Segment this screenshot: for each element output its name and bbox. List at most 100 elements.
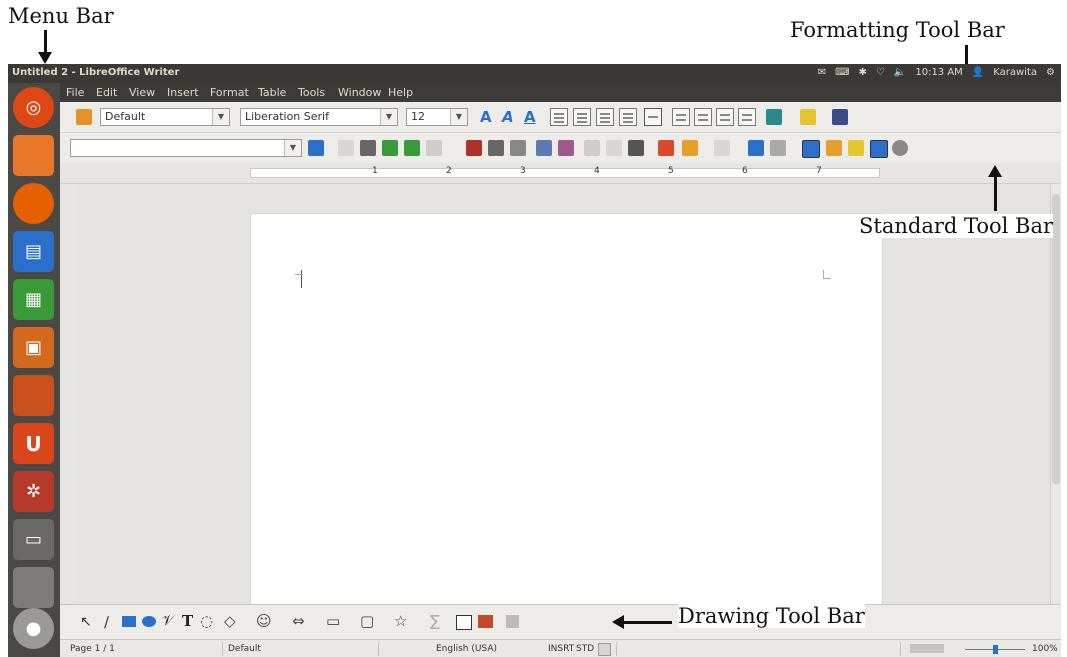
menu-view[interactable]: View bbox=[129, 86, 155, 99]
font-size-combo[interactable]: 12 ▼ bbox=[406, 108, 468, 126]
copy-icon[interactable] bbox=[606, 140, 622, 156]
highlighting-icon[interactable] bbox=[800, 109, 816, 125]
zoom-icon[interactable] bbox=[892, 140, 908, 156]
chevron-down-icon[interactable]: ▼ bbox=[450, 109, 467, 125]
find-replace-icon[interactable] bbox=[826, 140, 842, 156]
menu-file[interactable]: File bbox=[66, 86, 84, 99]
font-color-icon[interactable] bbox=[766, 109, 782, 125]
paragraph-icon[interactable] bbox=[644, 108, 662, 126]
clock[interactable]: 10:13 AM bbox=[915, 67, 962, 78]
flowcharts-icon[interactable]: ▭ bbox=[326, 612, 340, 630]
menu-tools[interactable]: Tools bbox=[298, 86, 325, 99]
chevron-down-icon[interactable]: ▼ bbox=[212, 109, 229, 125]
page-style[interactable]: Default bbox=[228, 644, 261, 654]
workspace-switcher-icon[interactable]: ▭ bbox=[13, 519, 54, 560]
user-name[interactable]: Karawita bbox=[993, 67, 1037, 78]
paragraph-style-combo[interactable]: Default ▼ bbox=[100, 108, 230, 126]
rectangle-icon[interactable] bbox=[122, 616, 136, 627]
increase-indent-icon[interactable] bbox=[738, 108, 756, 126]
bullets-icon[interactable] bbox=[694, 108, 712, 126]
stars-icon[interactable]: ☆ bbox=[394, 612, 407, 630]
text-icon[interactable]: T bbox=[182, 612, 193, 630]
italic-icon[interactable]: A bbox=[502, 108, 514, 126]
autospellcheck-icon[interactable] bbox=[558, 140, 574, 156]
mail-icon[interactable]: ✉ bbox=[818, 67, 826, 78]
menu-window[interactable]: Window bbox=[338, 86, 381, 99]
align-left-icon[interactable] bbox=[550, 108, 568, 126]
volume-icon[interactable]: 🔈 bbox=[894, 67, 906, 78]
calc-icon[interactable]: ▦ bbox=[13, 279, 54, 320]
table-icon[interactable] bbox=[770, 140, 786, 156]
undo-icon[interactable] bbox=[682, 140, 698, 156]
system-settings-icon[interactable]: ✲ bbox=[13, 471, 54, 512]
callouts-icon[interactable]: ▢ bbox=[360, 612, 374, 630]
impress-icon[interactable]: ▣ bbox=[13, 327, 54, 368]
decrease-indent-icon[interactable] bbox=[716, 108, 734, 126]
save-icon[interactable] bbox=[382, 140, 398, 156]
load-url-combo[interactable]: ▼ bbox=[70, 139, 302, 157]
styles-formatting-icon[interactable] bbox=[76, 109, 92, 125]
justify-icon[interactable] bbox=[619, 108, 637, 126]
new-icon[interactable] bbox=[308, 140, 324, 156]
hyperlink-icon[interactable] bbox=[748, 140, 764, 156]
underline-icon[interactable]: A bbox=[524, 108, 536, 126]
software-center-icon[interactable] bbox=[13, 375, 54, 416]
menu-table[interactable]: Table bbox=[258, 86, 286, 99]
numbering-icon[interactable] bbox=[672, 108, 690, 126]
menu-help[interactable]: Help bbox=[388, 86, 413, 99]
points-icon[interactable]: ∑ bbox=[430, 612, 440, 630]
document-modified-icon[interactable] bbox=[598, 643, 611, 656]
align-center-icon[interactable] bbox=[573, 108, 591, 126]
symbol-shapes-icon[interactable]: ☺ bbox=[256, 612, 272, 630]
language[interactable]: English (USA) bbox=[436, 644, 497, 654]
print-icon[interactable] bbox=[488, 140, 504, 156]
bold-icon[interactable]: A bbox=[480, 108, 492, 126]
open-icon[interactable] bbox=[360, 140, 376, 156]
scrollbar-thumb[interactable] bbox=[1052, 194, 1060, 484]
files-folder-icon[interactable] bbox=[13, 135, 54, 176]
horizontal-ruler[interactable]: 1 2 3 4 5 6 7 bbox=[60, 163, 1061, 184]
select-arrow-icon[interactable]: ↖ bbox=[80, 614, 92, 630]
templates-icon[interactable] bbox=[338, 140, 354, 156]
dvd-drive-icon[interactable]: ● bbox=[13, 608, 54, 649]
chevron-down-icon[interactable]: ▼ bbox=[284, 140, 301, 156]
show-draw-functions-icon[interactable] bbox=[802, 140, 820, 158]
print-preview-icon[interactable] bbox=[510, 140, 526, 156]
ubuntu-dash-icon[interactable]: ◎ bbox=[13, 87, 54, 128]
cut-icon[interactable] bbox=[584, 140, 600, 156]
basic-shapes-icon[interactable]: ◇ bbox=[224, 612, 236, 630]
menu-format[interactable]: Format bbox=[210, 86, 249, 99]
callout-icon[interactable]: ◌ bbox=[200, 612, 213, 630]
document-page[interactable] bbox=[250, 213, 883, 615]
writer-icon[interactable]: ▤ bbox=[13, 231, 54, 272]
page-indicator[interactable]: Page 1 / 1 bbox=[70, 644, 115, 654]
zoom-slider-handle[interactable] bbox=[993, 645, 998, 654]
background-color-icon[interactable] bbox=[832, 109, 848, 125]
export-pdf-icon[interactable] bbox=[466, 140, 482, 156]
email-icon[interactable] bbox=[404, 140, 420, 156]
clone-formatting-icon[interactable] bbox=[658, 140, 674, 156]
menu-edit[interactable]: Edit bbox=[96, 86, 117, 99]
from-file-icon[interactable] bbox=[478, 615, 493, 628]
redo-icon[interactable] bbox=[714, 140, 730, 156]
document-area[interactable] bbox=[78, 184, 1050, 615]
view-layout-icon[interactable] bbox=[910, 644, 944, 653]
usb-drive-icon[interactable] bbox=[13, 567, 54, 608]
edit-file-icon[interactable] bbox=[426, 140, 442, 156]
network-icon[interactable]: ♡ bbox=[876, 67, 885, 78]
fontwork-icon[interactable] bbox=[456, 615, 472, 630]
paste-icon[interactable] bbox=[628, 140, 644, 156]
insert-mode[interactable]: INSRT bbox=[548, 644, 574, 654]
align-right-icon[interactable] bbox=[596, 108, 614, 126]
ellipse-icon[interactable] bbox=[142, 616, 156, 627]
extrusion-icon[interactable] bbox=[506, 615, 519, 628]
user-icon[interactable]: 👤 bbox=[972, 67, 984, 78]
ubuntu-one-icon[interactable]: U bbox=[13, 423, 54, 464]
settings-gear-icon[interactable]: ⚙ bbox=[1046, 67, 1055, 78]
selection-mode[interactable]: STD bbox=[576, 644, 594, 654]
chevron-down-icon[interactable]: ▼ bbox=[380, 109, 397, 125]
firefox-icon[interactable] bbox=[13, 183, 54, 224]
freeform-icon[interactable]: 𝒱 bbox=[162, 613, 174, 629]
gallery-icon[interactable] bbox=[870, 140, 888, 158]
zoom-level[interactable]: 100% bbox=[1032, 644, 1058, 654]
